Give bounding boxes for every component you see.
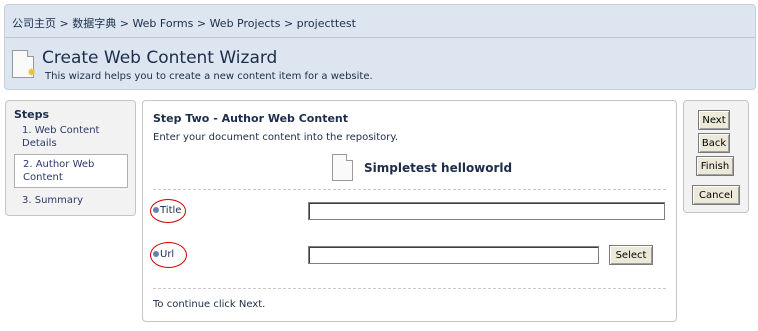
breadcrumb-separator: > <box>59 17 69 30</box>
title-input[interactable] <box>308 202 665 220</box>
page-title: Create Web Content Wizard <box>42 48 278 68</box>
step-item-details: 1. Web Content Details <box>22 125 100 149</box>
url-label: Url <box>153 249 174 260</box>
continue-hint: To continue click Next. <box>153 299 266 310</box>
breadcrumb-item-web-projects[interactable]: Web Projects <box>210 17 281 30</box>
page-description: This wizard helps you to create a new co… <box>45 71 373 82</box>
title-label: Title <box>153 205 181 216</box>
divider <box>153 189 666 190</box>
new-document-icon: ✸ <box>12 50 36 78</box>
breadcrumb-item-web-forms[interactable]: Web Forms <box>132 17 193 30</box>
breadcrumb-separator: > <box>283 17 294 30</box>
required-bullet-icon <box>153 207 159 213</box>
breadcrumb-separator: > <box>196 17 207 30</box>
step-item-summary: 3. Summary <box>22 195 84 206</box>
steps-heading: Steps <box>14 108 50 121</box>
wizard-header: 公司主页 > 数据字典 > Web Forms > Web Projects >… <box>4 4 756 90</box>
title-label-text: Title <box>160 205 182 216</box>
steps-panel: Steps 1. Web Content Details 2. Author W… <box>5 100 136 216</box>
next-button[interactable]: Next <box>698 110 730 130</box>
breadcrumb-item-home[interactable]: 公司主页 <box>12 17 56 30</box>
breadcrumb-separator: > <box>119 17 129 30</box>
divider <box>153 288 666 289</box>
breadcrumb-item-projecttest[interactable]: projecttest <box>297 17 356 30</box>
required-bullet-icon <box>153 251 159 257</box>
header-divider <box>5 37 755 38</box>
cancel-button[interactable]: Cancel <box>692 185 740 205</box>
select-button[interactable]: Select <box>609 245 653 265</box>
main-panel: Step Two - Author Web Content Enter your… <box>142 100 677 322</box>
finish-button[interactable]: Finish <box>696 156 734 176</box>
step-description: Enter your document content into the rep… <box>153 132 399 143</box>
navigation-buttons-panel: Next Back Finish Cancel <box>683 100 749 213</box>
document-icon <box>332 154 353 181</box>
url-label-text: Url <box>160 249 175 260</box>
step-title: Step Two - Author Web Content <box>153 112 349 125</box>
url-input[interactable] <box>308 246 599 264</box>
breadcrumb-item-data-dictionary[interactable]: 数据字典 <box>72 17 116 30</box>
breadcrumb: 公司主页 > 数据字典 > Web Forms > Web Projects >… <box>12 15 356 31</box>
document-name: Simpletest helloworld <box>364 161 513 175</box>
back-button[interactable]: Back <box>698 133 730 153</box>
step-item-author: 2. Author Web Content <box>14 154 128 188</box>
